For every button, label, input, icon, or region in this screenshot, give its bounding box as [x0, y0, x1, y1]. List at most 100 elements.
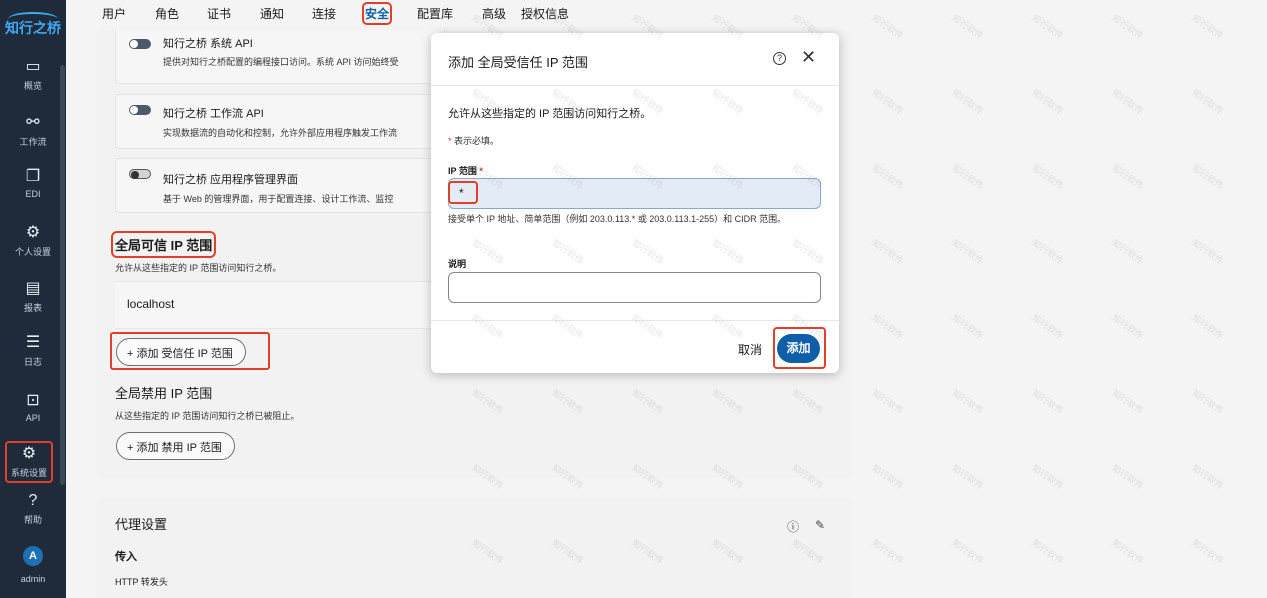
watermark-text: 知行软件	[1190, 237, 1226, 267]
watermark-text: 知行软件	[1030, 462, 1066, 492]
ip-range-label: IP 范围 *	[448, 164, 483, 177]
watermark-text: 知行软件	[1110, 462, 1146, 492]
help-icon[interactable]: ?	[773, 52, 786, 65]
tab-config-repo[interactable]: 配置库	[417, 5, 453, 22]
sidebar-item-log[interactable]: ☰ 日志	[0, 334, 66, 368]
sidebar-item-label: 日志	[23, 357, 42, 367]
add-trusted-ip-dialog: 添加 全局受信任 IP 范围 ? ✕ 允许从这些指定的 IP 范围访问知行之桥。…	[431, 33, 839, 373]
watermark-text: 知行软件	[1030, 312, 1066, 342]
watermark-text: 知行软件	[1190, 312, 1226, 342]
dialog-intro: 允许从这些指定的 IP 范围访问知行之桥。	[448, 108, 652, 120]
sidebar-item-help[interactable]: ? 帮助	[0, 492, 66, 526]
watermark-text: 知行软件	[1110, 387, 1146, 417]
sidebar-item-label: 工作流	[19, 137, 47, 147]
sidebar-item-label: 报表	[23, 303, 42, 313]
watermark-text: 知行软件	[1030, 162, 1066, 192]
sidebar: 知行之桥 ▭ 概览 ⚯ 工作流 ❐ EDI ⚙ 个人设置 ▤ 报表 ☰ 日志 ⊡…	[0, 0, 66, 598]
sidebar-item-api[interactable]: ⊡ API	[0, 392, 66, 423]
proxy-incoming: 传入	[115, 551, 137, 563]
settings-tabs: 用户 角色 证书 通知 连接 安全 配置库 高级 授权信息	[66, 0, 1267, 30]
avatar[interactable]: A	[23, 546, 43, 566]
watermark-text: 知行软件	[1110, 312, 1146, 342]
tab-license[interactable]: 授权信息	[521, 5, 569, 22]
sidebar-item-workflow[interactable]: ⚯ 工作流	[0, 114, 66, 148]
add-blocked-ip-button[interactable]: + 添加 禁用 IP 范围	[116, 432, 235, 460]
sidebar-scrollbar[interactable]	[60, 65, 65, 485]
api-desc: 实现数据流的自动化和控制，允许外部应用程序触发工作流	[163, 128, 398, 138]
watermark-text: 知行软件	[1030, 537, 1066, 567]
ip-range-hint: 接受单个 IP 地址、简单范围（例如 203.0.113.* 或 203.0.1…	[448, 214, 787, 224]
watermark-text: 知行软件	[870, 162, 906, 192]
workflow-api-toggle[interactable]	[129, 105, 151, 115]
sidebar-item-report[interactable]: ▤ 报表	[0, 280, 66, 314]
watermark-text: 知行软件	[1190, 387, 1226, 417]
close-icon[interactable]: ✕	[801, 47, 816, 68]
sidebar-item-label: 概览	[23, 81, 42, 91]
tab-advanced[interactable]: 高级	[482, 5, 506, 22]
required-star: *	[479, 166, 483, 176]
watermark-text: 知行软件	[870, 537, 906, 567]
required-star: *	[448, 136, 452, 146]
report-icon: ▤	[25, 280, 41, 297]
workflow-icon: ⚯	[26, 114, 40, 131]
watermark-text: 知行软件	[870, 387, 906, 417]
system-api-toggle[interactable]	[129, 39, 151, 49]
api-desc: 基于 Web 的管理界面，用于配置连接、设计工作流、监控	[163, 194, 394, 204]
sidebar-item-label: 个人设置	[14, 247, 51, 257]
admin-ui-toggle[interactable]	[129, 169, 151, 179]
trusted-ip-title: 全局可信 IP 范围	[110, 231, 217, 258]
api-desc: 提供对知行之桥配置的编程接口访问。系统 API 访问始终受	[163, 57, 399, 67]
edi-icon: ❐	[25, 168, 41, 185]
watermark-text: 知行软件	[870, 312, 906, 342]
add-button[interactable]: 添加	[777, 334, 820, 363]
required-note: * 表示必填。	[448, 134, 499, 147]
tab-users[interactable]: 用户	[102, 5, 126, 22]
watermark-text: 知行软件	[870, 462, 906, 492]
gear-icon: ⚙	[21, 445, 37, 462]
tab-roles[interactable]: 角色	[155, 5, 179, 22]
watermark-text: 知行软件	[870, 237, 906, 267]
divider	[431, 85, 839, 86]
edit-icon[interactable]: ✎	[815, 518, 825, 532]
tab-certificates[interactable]: 证书	[207, 5, 231, 22]
username: admin	[20, 574, 46, 584]
required-note-text: 表示必填。	[454, 136, 500, 146]
description-label: 说明	[448, 259, 467, 269]
dashboard-icon: ▭	[25, 58, 41, 75]
ip-input-highlight	[448, 181, 478, 204]
app-logo: 知行之桥	[5, 20, 61, 36]
tab-connections[interactable]: 连接	[312, 5, 336, 22]
watermark-text: 知行软件	[950, 237, 986, 267]
add-trusted-ip-button[interactable]: + 添加 受信任 IP 范围	[116, 338, 246, 366]
watermark-text: 知行软件	[1110, 237, 1146, 267]
watermark-text: 知行软件	[950, 312, 986, 342]
watermark-text: 知行软件	[1030, 237, 1066, 267]
sidebar-item-label: API	[25, 413, 41, 423]
sidebar-item-system-settings[interactable]: ⚙ 系统设置	[5, 441, 53, 483]
tab-notifications[interactable]: 通知	[260, 5, 284, 22]
watermark-text: 知行软件	[950, 537, 986, 567]
trusted-ip-desc: 允许从这些指定的 IP 范围访问知行之桥。	[115, 263, 282, 273]
description-input[interactable]	[448, 272, 821, 303]
proxy-http-header: HTTP 转发头	[115, 577, 168, 587]
cancel-button[interactable]: 取消	[738, 341, 762, 358]
sidebar-item-overview[interactable]: ▭ 概览	[0, 58, 66, 92]
sidebar-item-personal-settings[interactable]: ⚙ 个人设置	[0, 224, 66, 258]
help-icon: ?	[28, 492, 38, 509]
sidebar-item-edi[interactable]: ❐ EDI	[0, 168, 66, 199]
help-icon[interactable]: ⓘ	[787, 518, 799, 535]
ip-range-label-text: IP 范围	[448, 166, 477, 176]
tab-security[interactable]: 安全	[361, 2, 393, 25]
watermark-text: 知行软件	[1030, 87, 1066, 117]
blocked-ip-desc: 从这些指定的 IP 范围访问知行之桥已被阻止。	[115, 411, 300, 421]
watermark-text: 知行软件	[950, 387, 986, 417]
divider	[431, 320, 839, 321]
watermark-text: 知行软件	[950, 462, 986, 492]
watermark-text: 知行软件	[1190, 162, 1226, 192]
ip-range-input[interactable]: *	[448, 178, 821, 209]
dialog-title: 添加 全局受信任 IP 范围	[448, 55, 588, 70]
watermark-text: 知行软件	[1110, 162, 1146, 192]
trusted-ip-entry[interactable]: localhost	[115, 281, 435, 329]
watermark-text: 知行软件	[950, 87, 986, 117]
api-row-admin-ui: 知行之桥 应用程序管理界面 基于 Web 的管理界面，用于配置连接、设计工作流、…	[115, 158, 445, 213]
